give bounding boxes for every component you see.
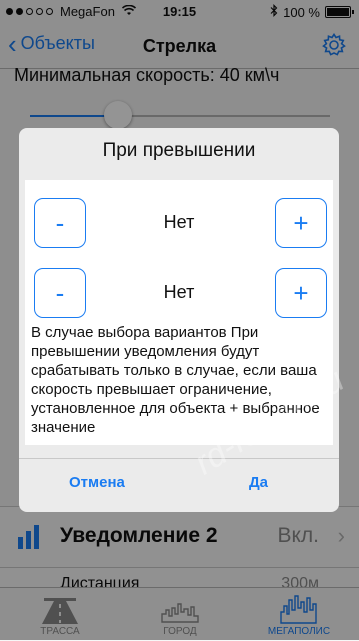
dialog-title: При превышении [102, 140, 256, 161]
increment-button[interactable]: + [275, 198, 327, 248]
decrement-button[interactable]: - [34, 198, 86, 248]
stepper-value: Нет [163, 282, 195, 302]
exceed-dialog: При превышении - Нет + - Нет + В случае … [19, 128, 339, 512]
confirm-button[interactable]: Да [249, 474, 268, 491]
stepper-2: - Нет + [25, 268, 333, 320]
increment-button[interactable]: + [275, 268, 327, 318]
stepper-value: Нет [163, 212, 195, 232]
cancel-button[interactable]: Отмена [69, 474, 125, 491]
stepper-1: - Нет + [25, 198, 333, 250]
decrement-button[interactable]: - [34, 268, 86, 318]
dialog-divider [19, 458, 339, 459]
